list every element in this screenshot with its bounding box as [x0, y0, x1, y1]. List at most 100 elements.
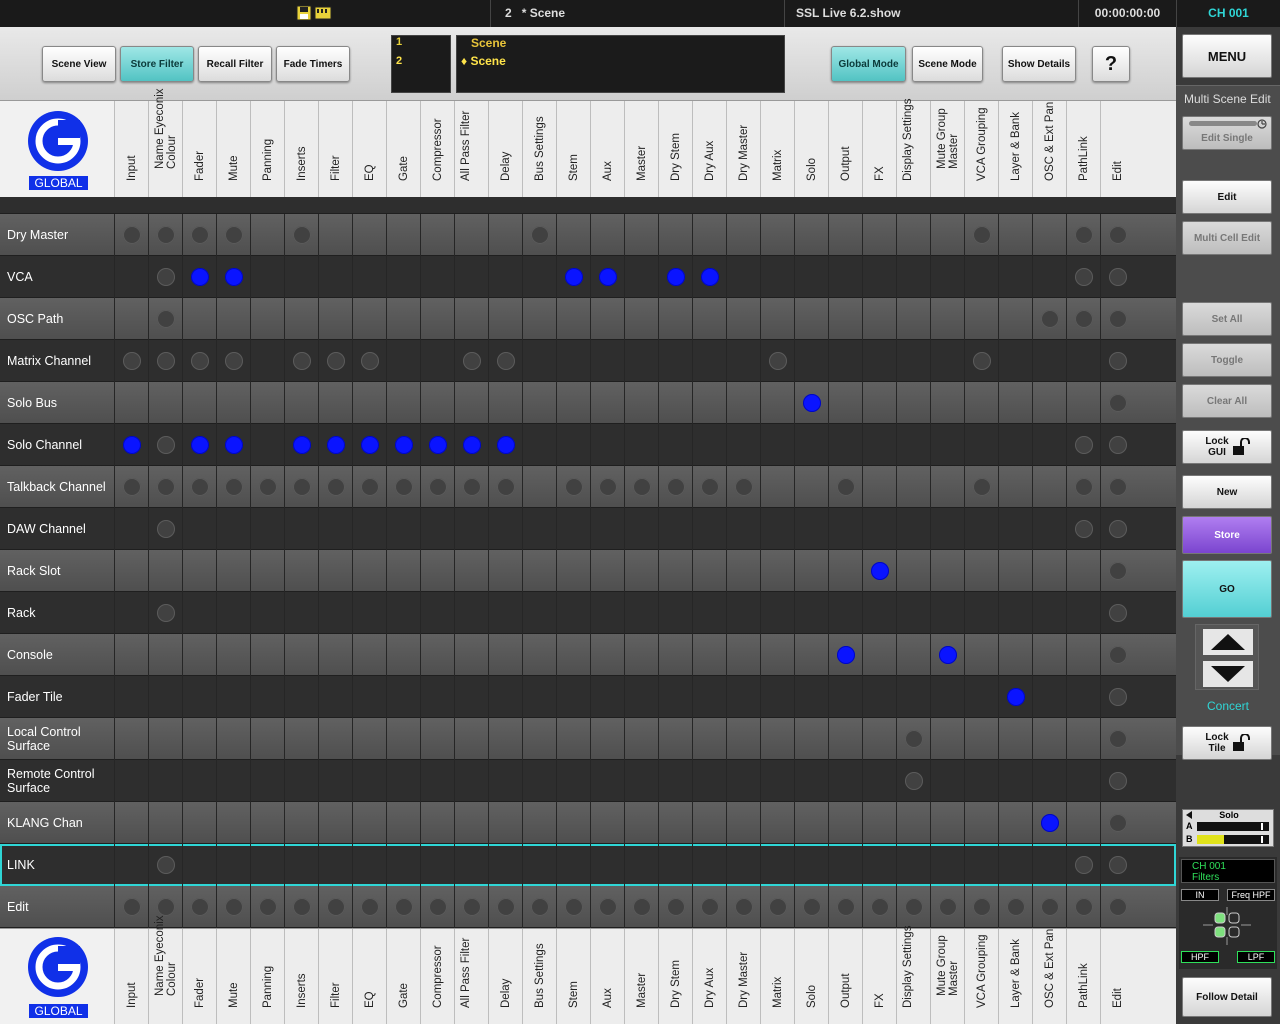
filter-cell[interactable]: [1066, 760, 1100, 802]
filter-dot-inactive[interactable]: [429, 478, 447, 496]
column-header[interactable]: Aux: [590, 101, 624, 197]
column-header[interactable]: Output: [828, 929, 862, 1024]
filter-cell[interactable]: [454, 550, 488, 592]
filter-cell[interactable]: [692, 256, 726, 298]
filter-cell[interactable]: [794, 760, 828, 802]
filter-cell[interactable]: [964, 214, 998, 256]
filter-cell[interactable]: [760, 886, 794, 928]
filter-cell[interactable]: [624, 298, 658, 340]
filter-cell[interactable]: [1100, 466, 1134, 508]
filter-cell[interactable]: [522, 718, 556, 760]
column-header[interactable]: Output: [828, 101, 862, 197]
filter-cell[interactable]: [454, 382, 488, 424]
filter-cell[interactable]: [658, 592, 692, 634]
column-header[interactable]: FX: [862, 929, 896, 1024]
filter-cell[interactable]: [420, 424, 454, 466]
filter-row[interactable]: OSC Path: [0, 298, 1176, 340]
filter-dot-active[interactable]: [871, 562, 889, 580]
filter-cell[interactable]: [964, 844, 998, 886]
filter-cell[interactable]: [760, 802, 794, 844]
filter-cell[interactable]: [556, 886, 590, 928]
filter-cell[interactable]: [998, 550, 1032, 592]
column-header[interactable]: Layer & Bank: [998, 101, 1032, 197]
filter-cell[interactable]: [284, 298, 318, 340]
filter-cell[interactable]: [998, 256, 1032, 298]
filter-dot-active[interactable]: [361, 436, 379, 454]
filter-cell[interactable]: [284, 382, 318, 424]
channel-label[interactable]: CH 001: [1176, 0, 1280, 27]
filter-cell[interactable]: [522, 298, 556, 340]
filter-cell[interactable]: [216, 592, 250, 634]
filter-cell[interactable]: [250, 298, 284, 340]
filter-cell[interactable]: [284, 634, 318, 676]
filter-cell[interactable]: [556, 634, 590, 676]
filter-dot-inactive[interactable]: [973, 478, 991, 496]
filter-cell[interactable]: [964, 634, 998, 676]
filter-dot-inactive[interactable]: [157, 352, 175, 370]
filter-cell[interactable]: [590, 466, 624, 508]
filter-cell[interactable]: [216, 256, 250, 298]
filter-cell[interactable]: [1100, 214, 1134, 256]
filter-dot-inactive[interactable]: [157, 520, 175, 538]
filter-cell[interactable]: [182, 298, 216, 340]
filter-dot-inactive[interactable]: [1075, 226, 1093, 244]
filter-cell[interactable]: [488, 298, 522, 340]
filter-cell[interactable]: [964, 802, 998, 844]
column-header[interactable]: Filter: [318, 101, 352, 197]
filter-cell[interactable]: [488, 886, 522, 928]
filter-dot-inactive[interactable]: [633, 478, 651, 496]
filter-cell[interactable]: [726, 298, 760, 340]
filter-cell[interactable]: [386, 844, 420, 886]
filter-cell[interactable]: [590, 550, 624, 592]
filter-cell[interactable]: [182, 466, 216, 508]
column-header[interactable]: Input: [114, 929, 148, 1024]
filter-cell[interactable]: [964, 382, 998, 424]
filter-dot-inactive[interactable]: [599, 478, 617, 496]
filter-cell[interactable]: [284, 802, 318, 844]
filter-cell[interactable]: [760, 340, 794, 382]
filter-dot-inactive[interactable]: [395, 898, 413, 916]
filter-cell[interactable]: [692, 760, 726, 802]
filter-cell[interactable]: [658, 214, 692, 256]
filter-cell[interactable]: [386, 886, 420, 928]
filter-cell[interactable]: [1032, 634, 1066, 676]
filter-dot-inactive[interactable]: [769, 898, 787, 916]
filter-dot-inactive[interactable]: [157, 478, 175, 496]
filter-cell[interactable]: [726, 340, 760, 382]
filter-cell[interactable]: [420, 508, 454, 550]
filter-cell[interactable]: [386, 466, 420, 508]
filter-cell[interactable]: [828, 802, 862, 844]
filter-cell[interactable]: [692, 802, 726, 844]
filter-cell[interactable]: [352, 340, 386, 382]
column-header[interactable]: EQ: [352, 929, 386, 1024]
filter-row[interactable]: Talkback Channel: [0, 466, 1176, 508]
filter-dot-inactive[interactable]: [1109, 772, 1127, 790]
filter-dot-inactive[interactable]: [429, 898, 447, 916]
filter-cell[interactable]: [760, 466, 794, 508]
filter-cell[interactable]: [828, 718, 862, 760]
filter-cell[interactable]: [726, 802, 760, 844]
filter-cell[interactable]: [454, 844, 488, 886]
filter-cell[interactable]: [658, 256, 692, 298]
column-header[interactable]: Name Eyeconix Colour: [148, 88, 182, 197]
filter-dot-inactive[interactable]: [327, 898, 345, 916]
filter-cell[interactable]: [998, 340, 1032, 382]
filter-cell[interactable]: [488, 592, 522, 634]
filter-row[interactable]: VCA: [0, 256, 1176, 298]
column-header[interactable]: FX: [862, 101, 896, 197]
filter-cell[interactable]: [182, 718, 216, 760]
filter-dot-inactive[interactable]: [1109, 898, 1127, 916]
filter-cell[interactable]: [114, 886, 148, 928]
filter-cell[interactable]: [624, 550, 658, 592]
go-button[interactable]: GO: [1182, 560, 1272, 618]
filter-cell[interactable]: [522, 508, 556, 550]
filter-dot-active[interactable]: [191, 436, 209, 454]
filter-cell[interactable]: [726, 676, 760, 718]
multi-cell-edit-button[interactable]: Multi Cell Edit: [1182, 221, 1272, 255]
filter-dot-inactive[interactable]: [293, 478, 311, 496]
filter-dot-inactive[interactable]: [1075, 436, 1093, 454]
filter-cell[interactable]: [896, 340, 930, 382]
filter-dot-inactive[interactable]: [1109, 856, 1127, 874]
filter-cell[interactable]: [862, 634, 896, 676]
filter-cell[interactable]: [692, 676, 726, 718]
